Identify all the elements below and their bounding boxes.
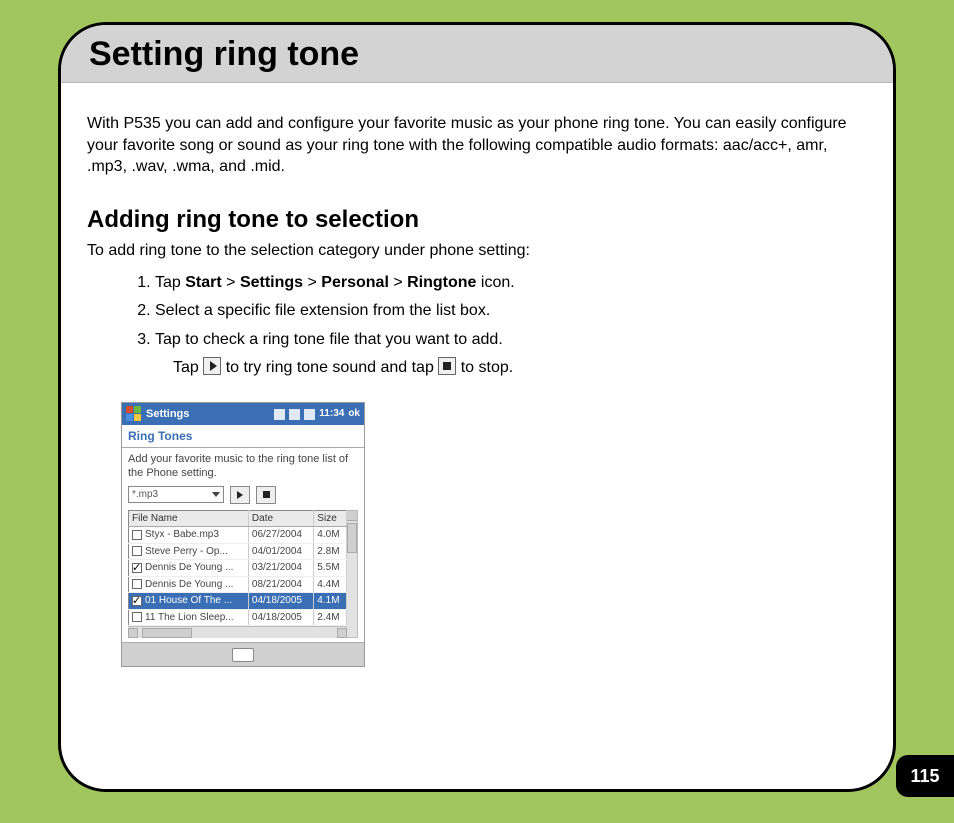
step-3-sub-pre: Tap — [173, 359, 203, 376]
title-band: Setting ring tone — [61, 25, 893, 83]
step-1-prefix: Tap — [155, 274, 185, 291]
row-checkbox[interactable] — [132, 579, 142, 589]
intro-paragraph: With P535 you can add and configure your… — [87, 113, 867, 178]
cell-date: 08/21/2004 — [248, 576, 313, 593]
table-row[interactable]: Steve Perry - Op... 04/01/20042.8M — [129, 543, 347, 560]
filetype-combo-value: *.mp3 — [132, 488, 158, 502]
step-3-sub-mid: to try ring tone sound and tap — [221, 359, 438, 376]
start-flag-icon[interactable] — [126, 406, 142, 422]
table-row[interactable]: Styx - Babe.mp3 06/27/20044.0M — [129, 527, 347, 544]
cell-size: 4.4M — [314, 576, 347, 593]
page-title: Setting ring tone — [89, 35, 865, 74]
play-icon — [203, 357, 221, 375]
step-3-text: Tap to check a ring tone file that you w… — [155, 331, 503, 348]
play-button[interactable] — [230, 486, 250, 504]
row-filename: Dennis De Young ... — [145, 562, 233, 573]
col-size[interactable]: Size — [314, 510, 347, 527]
ss-titlebar: Settings 11:34 ok — [122, 403, 364, 425]
section-heading: Adding ring tone to selection — [87, 204, 867, 236]
ok-button[interactable]: ok — [348, 407, 360, 421]
vertical-scrollbar[interactable] — [347, 510, 358, 639]
step-1-ringtone: Ringtone — [407, 274, 476, 291]
cell-filename: Styx - Babe.mp3 — [129, 527, 249, 544]
ss-body: Add your favorite music to the ring tone… — [122, 448, 364, 642]
row-filename: Dennis De Young ... — [145, 579, 233, 590]
sip-bar — [122, 642, 364, 666]
row-checkbox[interactable] — [132, 612, 142, 622]
row-filename: 11 The Lion Sleep... — [145, 612, 234, 623]
step-1: Tap Start > Settings > Personal > Ringto… — [155, 272, 867, 294]
scroll-up-arrow-icon[interactable] — [347, 511, 357, 521]
filetype-combo[interactable]: *.mp3 — [128, 486, 224, 503]
cell-size: 5.5M — [314, 560, 347, 577]
volume-icon[interactable] — [304, 409, 315, 420]
step-1-personal: Personal — [321, 274, 389, 291]
step-3-sub-post: to stop. — [456, 359, 513, 376]
signal-icon[interactable] — [289, 409, 300, 420]
stop-icon — [263, 491, 270, 498]
cell-date: 04/01/2004 — [248, 543, 313, 560]
cell-size: 4.0M — [314, 527, 347, 544]
horizontal-scrollbar[interactable] — [128, 626, 347, 638]
step-1-settings: Settings — [240, 274, 303, 291]
table-row[interactable]: Dennis De Young ... 08/21/20044.4M — [129, 576, 347, 593]
col-date[interactable]: Date — [248, 510, 313, 527]
ss-tab-label[interactable]: Ring Tones — [122, 425, 364, 448]
step-1-start: Start — [185, 274, 221, 291]
cell-size: 2.4M — [314, 609, 347, 626]
ringtone-table: File Name Date Size Styx - Babe.mp3 06/27… — [128, 510, 347, 627]
row-checkbox[interactable] — [132, 563, 142, 573]
row-filename: Styx - Babe.mp3 — [145, 529, 219, 540]
table-header-row: File Name Date Size — [129, 510, 347, 527]
device-screenshot: Settings 11:34 ok Ring Tones Add your fa… — [121, 402, 365, 667]
stop-icon — [438, 357, 456, 375]
cell-size: 2.8M — [314, 543, 347, 560]
keyboard-icon[interactable] — [232, 648, 254, 662]
row-checkbox[interactable] — [132, 530, 142, 540]
row-checkbox[interactable] — [132, 546, 142, 556]
scroll-right-arrow-icon[interactable] — [337, 628, 347, 638]
page-number: 115 — [910, 766, 939, 787]
step-1-sep1: > — [222, 274, 240, 291]
cell-filename: Steve Perry - Op... — [129, 543, 249, 560]
col-filename[interactable]: File Name — [129, 510, 249, 527]
row-checkbox[interactable] — [132, 596, 142, 606]
cell-filename: 11 The Lion Sleep... — [129, 609, 249, 626]
play-icon — [237, 491, 243, 499]
step-2: Select a specific file extension from th… — [155, 300, 867, 322]
section-intro: To add ring tone to the selection catego… — [87, 240, 867, 262]
ss-toolbar: *.mp3 — [128, 486, 358, 504]
stop-button[interactable] — [256, 486, 276, 504]
step-3: Tap to check a ring tone file that you w… — [155, 329, 867, 378]
scroll-left-arrow-icon[interactable] — [128, 628, 138, 638]
ss-time: 11:34 — [319, 407, 344, 421]
step-3-sub: Tap to try ring tone sound and tap to st… — [173, 357, 867, 379]
ss-title: Settings — [146, 407, 189, 422]
row-filename: Steve Perry - Op... — [145, 546, 228, 557]
cell-date: 03/21/2004 — [248, 560, 313, 577]
cell-date: 06/27/2004 — [248, 527, 313, 544]
cell-date: 04/18/2005 — [248, 593, 313, 610]
ss-description: Add your favorite music to the ring tone… — [128, 453, 358, 479]
cell-filename: Dennis De Young ... — [129, 560, 249, 577]
content-area: With P535 you can add and configure your… — [61, 83, 893, 667]
connectivity-icon[interactable] — [274, 409, 285, 420]
cell-size: 4.1M — [314, 593, 347, 610]
cell-filename: 01 House Of The ... — [129, 593, 249, 610]
table-row[interactable]: 01 House Of The ... 04/18/20054.1M — [129, 593, 347, 610]
steps-list: Tap Start > Settings > Personal > Ringto… — [155, 272, 867, 378]
row-filename: 01 House Of The ... — [145, 595, 232, 606]
table-row[interactable]: Dennis De Young ... 03/21/20045.5M — [129, 560, 347, 577]
page-frame: Setting ring tone With P535 you can add … — [58, 22, 896, 792]
step-1-sep2: > — [303, 274, 321, 291]
page-number-tab: 115 — [896, 755, 954, 797]
table-row[interactable]: 11 The Lion Sleep... 04/18/20052.4M — [129, 609, 347, 626]
cell-date: 04/18/2005 — [248, 609, 313, 626]
scroll-thumb[interactable] — [142, 628, 192, 638]
scroll-thumb-v[interactable] — [347, 523, 357, 553]
cell-filename: Dennis De Young ... — [129, 576, 249, 593]
step-1-sep3: > — [389, 274, 407, 291]
step-1-suffix: icon. — [476, 274, 514, 291]
